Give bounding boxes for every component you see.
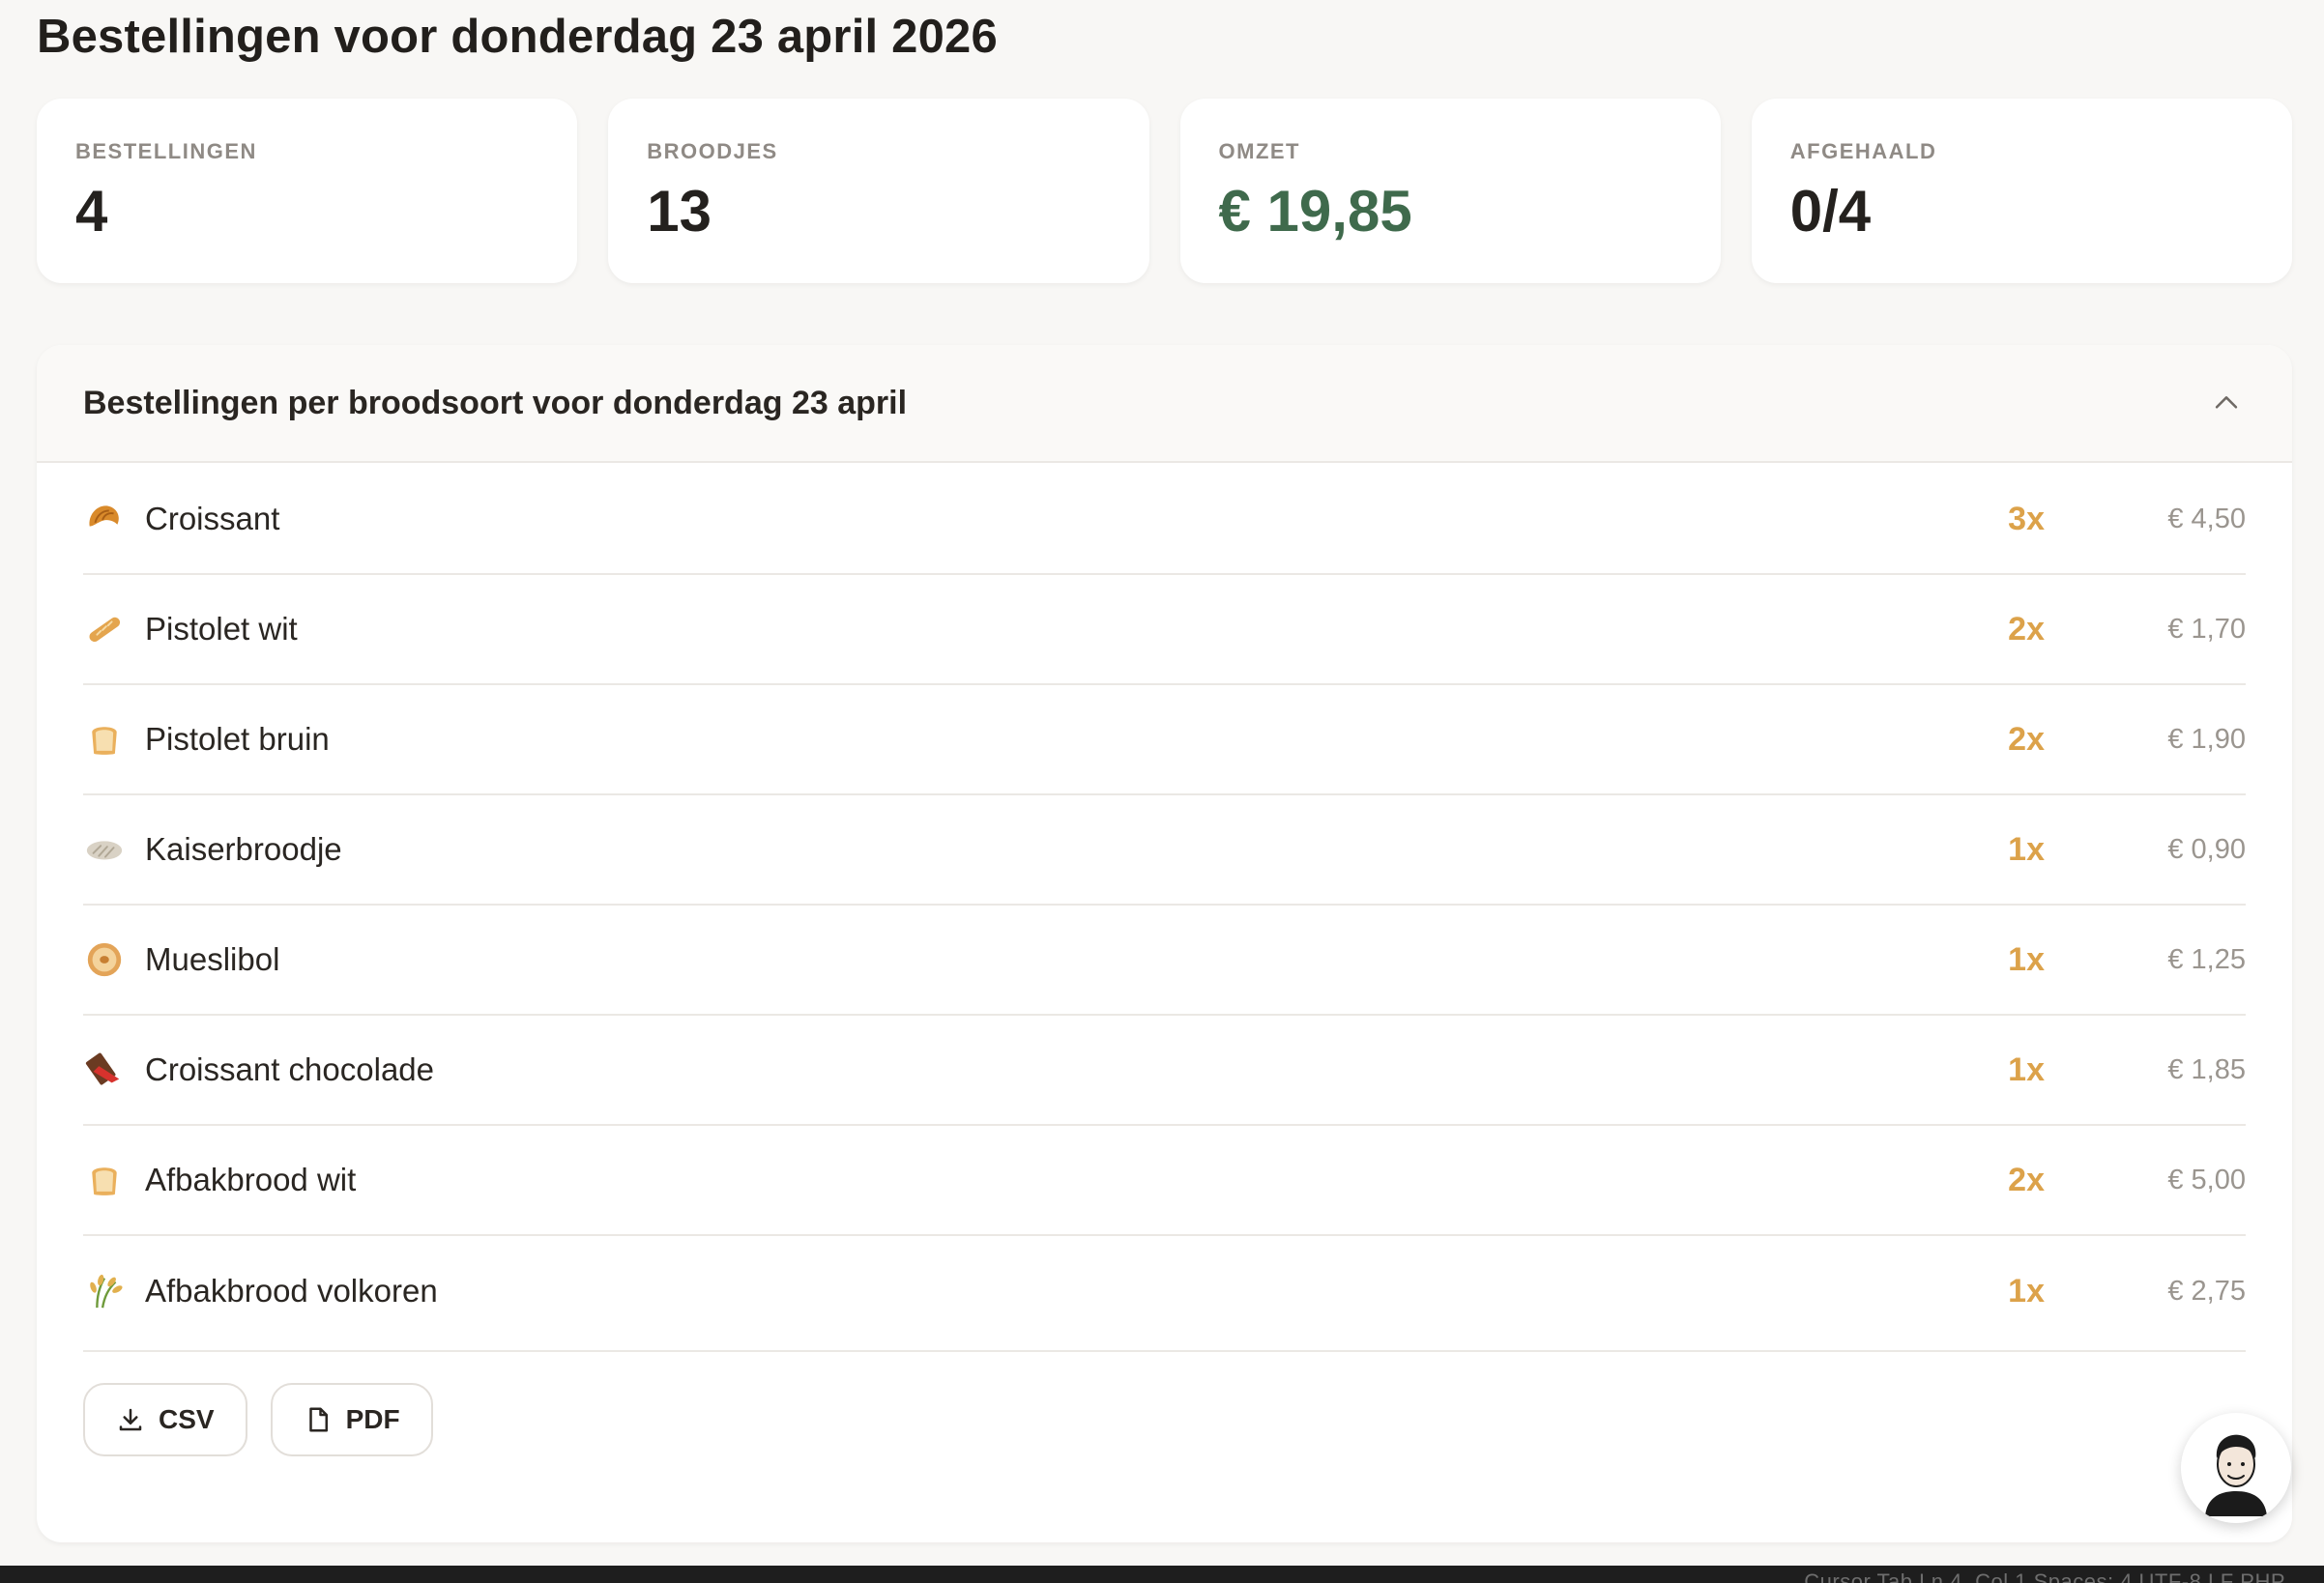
- list-item: Pistolet bruin 2x € 1,90: [83, 685, 2246, 795]
- item-price: € 2,75: [2167, 1275, 2246, 1307]
- pdf-button-label: PDF: [345, 1404, 400, 1434]
- file-icon: [304, 1405, 333, 1434]
- item-quantity: 2x: [2008, 720, 2045, 758]
- item-name: Croissant chocolade: [145, 1051, 434, 1087]
- stat-label: OMZET: [1218, 139, 1300, 163]
- item-price: € 1,70: [2167, 613, 2246, 645]
- editor-status-bar: Cursor Tab Ln 4, Col 1 Spaces: 4 UTF-8 L…: [0, 1566, 2324, 1583]
- avatar[interactable]: [2181, 1413, 2291, 1523]
- chevron-up-icon[interactable]: [2207, 384, 2246, 422]
- item-name: Croissant: [145, 501, 280, 536]
- bagel-icon: [83, 938, 126, 981]
- stat-value: € 19,85: [1218, 179, 1412, 244]
- item-price: € 4,50: [2167, 503, 2246, 534]
- list-item: Croissant 3x € 4,50: [83, 465, 2246, 575]
- list-item: Afbakbrood wit 2x € 5,00: [83, 1126, 2246, 1236]
- download-icon: [116, 1405, 145, 1434]
- csv-export-button[interactable]: CSV: [83, 1383, 247, 1456]
- item-name: Mueslibol: [145, 941, 280, 977]
- wheat-icon: [83, 1270, 126, 1312]
- list-item: Croissant chocolade 1x € 1,85: [83, 1016, 2246, 1126]
- item-price: € 5,00: [2167, 1164, 2246, 1195]
- item-quantity: 2x: [2008, 610, 2045, 648]
- item-name: Kaiserbroodje: [145, 831, 342, 867]
- bread-icon: [83, 1159, 126, 1201]
- item-quantity: 2x: [2008, 1161, 2045, 1198]
- bread-type-panel: Bestellingen per broodsoort voor donderd…: [37, 345, 2292, 1542]
- page-title: Bestellingen voor donderdag 23 april 202…: [37, 11, 998, 63]
- stat-card-rolls: BROODJES 13: [608, 99, 1149, 283]
- panel-header[interactable]: Bestellingen per broodsoort voor donderd…: [37, 345, 2292, 463]
- item-name: Pistolet wit: [145, 611, 298, 647]
- flatbread-icon: [83, 828, 126, 871]
- bread-icon: [83, 718, 126, 761]
- stat-value: 13: [647, 179, 712, 244]
- stat-card-revenue: OMZET € 19,85: [1179, 99, 1721, 283]
- list-item: Mueslibol 1x € 1,25: [83, 906, 2246, 1016]
- baguette-icon: [83, 608, 126, 650]
- status-bar-text: Cursor Tab Ln 4, Col 1 Spaces: 4 UTF-8 L…: [1804, 1569, 2285, 1583]
- stat-label: BROODJES: [647, 139, 778, 163]
- item-name: Pistolet bruin: [145, 721, 330, 757]
- stat-card-picked-up: AFGEHAALD 0/4: [1751, 99, 2292, 283]
- item-quantity: 1x: [2008, 940, 2045, 978]
- list-item: Pistolet wit 2x € 1,70: [83, 575, 2246, 685]
- item-quantity: 1x: [2008, 1272, 2045, 1310]
- bread-list: Croissant 3x € 4,50 Pistolet wit 2x € 1,…: [37, 463, 2292, 1346]
- item-price: € 1,85: [2167, 1053, 2246, 1085]
- croissant-icon: [83, 498, 126, 540]
- item-name: Afbakbrood volkoren: [145, 1273, 438, 1309]
- list-item: Afbakbrood volkoren 1x € 2,75: [83, 1236, 2246, 1346]
- item-quantity: 1x: [2008, 830, 2045, 868]
- csv-button-label: CSV: [159, 1404, 215, 1434]
- item-quantity: 1x: [2008, 1051, 2045, 1088]
- stat-value: 0/4: [1789, 179, 1872, 244]
- stat-label: BESTELLINGEN: [75, 139, 257, 163]
- item-price: € 1,25: [2167, 943, 2246, 975]
- item-name: Afbakbrood wit: [145, 1162, 357, 1197]
- item-quantity: 3x: [2008, 500, 2045, 537]
- stats-row: BESTELLINGEN 4 BROODJES 13 OMZET € 19,85…: [37, 99, 2292, 283]
- export-actions: CSV PDF: [37, 1352, 2292, 1456]
- stat-label: AFGEHAALD: [1789, 139, 1937, 163]
- item-price: € 0,90: [2167, 833, 2246, 865]
- stat-card-orders: BESTELLINGEN 4: [37, 99, 578, 283]
- list-item: Kaiserbroodje 1x € 0,90: [83, 795, 2246, 906]
- chocolate-bar-icon: [83, 1049, 126, 1091]
- pdf-export-button[interactable]: PDF: [270, 1383, 433, 1456]
- stat-value: 4: [75, 179, 108, 244]
- item-price: € 1,90: [2167, 723, 2246, 755]
- panel-title: Bestellingen per broodsoort voor donderd…: [83, 384, 908, 421]
